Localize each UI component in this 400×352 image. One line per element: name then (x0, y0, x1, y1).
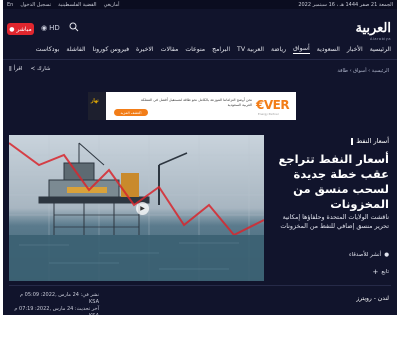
live-icon: ● (9, 25, 15, 33)
share-dot-icon: ● (384, 252, 389, 258)
nav-item[interactable]: مقالات (161, 46, 179, 53)
top-strip: الجمعة 21 صفر 1444 هـ ، 16 سبتمبر 2022 أ… (3, 0, 397, 9)
nav-item[interactable]: السعودية (317, 46, 340, 53)
topbar-link[interactable]: En (7, 2, 13, 8)
ad-brand-sub: Energy Partner (258, 112, 279, 116)
follow-button[interactable]: تابع + (372, 268, 389, 276)
hd-icon: ◉ (41, 24, 48, 32)
font-size-icon: ǁ (9, 66, 12, 72)
nav-item[interactable]: العربية TV (237, 46, 264, 53)
nav-item[interactable]: فيروس كورونا (93, 46, 129, 53)
nav-item[interactable]: منوعات (185, 46, 205, 53)
article-tag-label: أسعار النفط (356, 137, 389, 145)
follow-label: تابع (381, 269, 389, 275)
hd-label: HD (49, 24, 60, 32)
breadcrumb[interactable]: الرئيسية › أسواق › طاقة (337, 68, 389, 74)
tag-bar (351, 137, 354, 145)
ad-text: نحن أوضح التزاماتنا الموزعة بالكامل نحو … (140, 98, 252, 107)
content-divider (9, 285, 391, 286)
topbar-link[interactable]: تسجيل الدخول (20, 2, 51, 8)
article-hero-image[interactable]: ▶ (9, 135, 264, 281)
share-button[interactable]: ≺ شارك (30, 66, 50, 72)
date-text: الجمعة 21 صفر 1444 هـ ، 16 سبتمبر 2022 (298, 1, 393, 8)
nav-item[interactable]: الاخيرة (136, 46, 154, 53)
play-icon[interactable]: ▶ (136, 202, 149, 215)
article-summary: ناقشت الولايات المتحدة وحلفاؤها إمكانية … (280, 214, 389, 230)
ad-brand-logo: €VER (256, 98, 290, 112)
share-friends-button[interactable]: ● أنشر للأصدقاء (349, 252, 389, 258)
live-label: مباشر (16, 25, 32, 33)
main-nav: الرئيسية الأخبار السعودية أسواق رياضة ال… (3, 41, 397, 58)
ad-logo: نهار (91, 98, 99, 104)
nav-item-active[interactable]: أسواق (293, 45, 310, 54)
share-icon: ≺ (30, 66, 36, 72)
nav-item[interactable]: البرامج (212, 46, 230, 53)
site-header: العربية Alarabiya ● مباشر ◉ HD (3, 9, 397, 41)
published-date: نشر في: 24 مارس ,2022: 05:09 م KSA (19, 292, 99, 305)
share-friends-label: أنشر للأصدقاء (349, 252, 382, 258)
article-source: لندن - رويترز (356, 295, 389, 302)
article-tag[interactable]: أسعار النفط (351, 137, 389, 145)
search-icon[interactable] (69, 22, 79, 32)
article-headline: أسعار النفط تتراجع عقب خطة جديدة لسحب من… (278, 152, 390, 211)
topbar-link[interactable]: القضية الفلسطينية (58, 2, 96, 8)
hd-toggle[interactable]: ◉ HD (41, 24, 60, 32)
article-actions: ǁ اقرأ ≺ شارك (9, 66, 51, 72)
nav-item[interactable]: الرئيسية (370, 46, 391, 53)
nav-item[interactable]: رياضة (271, 46, 286, 53)
ad-cta-button[interactable]: اكتشف المزيد (114, 109, 148, 116)
nav-item[interactable]: بودكاست (36, 46, 60, 53)
ad-left-panel (88, 92, 106, 120)
nav-item[interactable]: الفاشلة (66, 46, 85, 53)
article-dates: نشر في: 24 مارس ,2022: 05:09 م KSA آخر ت… (9, 292, 99, 315)
nav-divider (3, 59, 397, 60)
browser-frame: الجمعة 21 صفر 1444 هـ ، 16 سبتمبر 2022 أ… (3, 0, 397, 315)
topbar-link[interactable]: أمازيغي (104, 2, 120, 8)
site-logo[interactable]: العربية (355, 21, 391, 36)
plus-icon: + (372, 268, 379, 276)
live-button[interactable]: ● مباشر (7, 23, 34, 35)
updated-date: آخر تحديث: 24 مارس ,2022: 07:19 م KSA (14, 306, 99, 315)
nav-item[interactable]: الأخبار (347, 46, 363, 53)
ad-banner[interactable]: نهار نحن أوضح التزاماتنا الموزعة بالكامل… (88, 92, 296, 120)
font-size-button[interactable]: ǁ اقرأ (9, 66, 22, 72)
